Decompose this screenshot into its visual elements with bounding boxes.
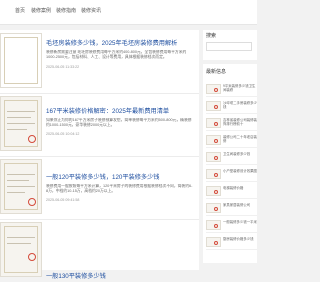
- article-excerpt: 如果你正为你的167平方米房子装修预算发愁，简单装修每平方米约500-800元，…: [46, 118, 192, 128]
- latest-news-title[interactable]: 9平米装修多少钱卫生间装修: [223, 84, 257, 93]
- certificate-line: [7, 237, 35, 238]
- article-title[interactable]: 一般120平装修多少钱，120平装修多少钱: [46, 174, 159, 182]
- certificate-frame: [4, 37, 38, 84]
- article-thumbnail[interactable]: [0, 33, 42, 88]
- certificate-line: [7, 192, 25, 193]
- latest-news-heading: 最新信息: [206, 69, 227, 75]
- latest-news-item[interactable]: 厨房装修价格多少钱: [206, 235, 257, 250]
- article-excerpt: 装修费用一般按照每平方米计算，120平米房子的装修费用根据装修档次不同，简装约6…: [46, 184, 193, 194]
- article-item[interactable]: 167平米装修价格解密：2025年最新费用清单 如果你正为你的167平方米房子装…: [0, 93, 199, 157]
- article-item[interactable]: 一般120平装修多少钱，120平装修多少钱 装修费用一般按照每平方米计算，120…: [0, 156, 199, 220]
- latest-news-title[interactable]: 吉林省装修公司装修装饰排行榜前十: [223, 118, 257, 127]
- top-navigation: 首页 装修案例 装修指南 装修资讯: [0, 0, 257, 25]
- latest-news-item[interactable]: 家具家居装修公司: [206, 201, 257, 216]
- latest-news-item[interactable]: 9平米装修多少钱卫生间装修: [206, 82, 257, 97]
- certificate-line: [7, 129, 27, 130]
- certificate-seal-icon: [214, 207, 218, 211]
- certificate-line: [7, 180, 29, 181]
- latest-news-thumbnail[interactable]: [206, 220, 221, 230]
- article-item[interactable]: 毛坯房装修多少钱，2025年毛坯房装修费用解析 装修新房需要注意 毛坯房装修费用…: [0, 30, 199, 94]
- certificate-seal-icon: [214, 190, 218, 194]
- certificate-line: [7, 186, 35, 187]
- certificate-line: [7, 174, 35, 175]
- certificate-seal-icon: [28, 135, 36, 143]
- search-widget: 搜索: [203, 30, 257, 60]
- article-list: 毛坯房装修多少钱，2025年毛坯房装修费用解析 装修新房需要注意 毛坯房装修费用…: [0, 30, 199, 280]
- certificate-seal-icon: [214, 88, 218, 92]
- nav-item-news[interactable]: 装修资讯: [81, 8, 101, 15]
- certificate-seal-icon: [28, 253, 36, 261]
- search-input[interactable]: [206, 42, 252, 51]
- certificate-seal-icon: [214, 105, 218, 109]
- article-item[interactable]: 一般130平装修多少钱: [0, 219, 199, 282]
- article-title[interactable]: 167平米装修价格解密：2025年最新费用清单: [46, 108, 169, 116]
- certificate-line: [7, 117, 31, 118]
- latest-news-title[interactable]: 家具家居装修公司: [223, 203, 257, 212]
- latest-news-thumbnail[interactable]: [206, 84, 221, 94]
- article-title[interactable]: 一般130平装修多少钱: [46, 273, 106, 281]
- article-thumbnail[interactable]: [0, 96, 42, 151]
- search-heading: 搜索: [206, 33, 217, 39]
- latest-news-item[interactable]: 吉林省装修公司装修装饰排行榜前十: [206, 116, 257, 131]
- article-excerpt: 装修新房需要注意 毛坯房装修费用每平方米约400-800元，全包装修费用每平方米…: [46, 50, 187, 60]
- latest-news-item[interactable]: 一般装修多少钱一平米: [206, 218, 257, 233]
- certificate-seal-icon: [28, 198, 36, 206]
- article-thumbnail[interactable]: [0, 159, 42, 214]
- latest-news-title[interactable]: 电梯装修价格: [223, 186, 257, 195]
- certificate-line: [7, 123, 35, 124]
- latest-news-title[interactable]: 沙坪坝二手房装修多少钱: [223, 101, 257, 110]
- certificate-seal-icon: [214, 156, 218, 160]
- latest-news-thumbnail[interactable]: [206, 118, 221, 128]
- certificate-frame: [4, 226, 38, 273]
- certificate-seal-icon: [214, 173, 218, 177]
- latest-news-thumbnail[interactable]: [206, 169, 221, 179]
- latest-news-thumbnail[interactable]: [206, 101, 221, 111]
- latest-news-item[interactable]: 沙坪坝二手房装修多少钱: [206, 99, 257, 114]
- certificate-seal-icon: [214, 224, 218, 228]
- certificate-seal-icon: [214, 139, 218, 143]
- latest-news-item[interactable]: 电梯装修价格: [206, 184, 257, 199]
- latest-news-title[interactable]: 装修公司二十年老店装修: [223, 135, 257, 144]
- nav-item-cases[interactable]: 装修案例: [31, 8, 51, 15]
- nav-item-home[interactable]: 首页: [15, 8, 25, 15]
- certificate-line: [7, 111, 35, 112]
- latest-news-item[interactable]: 小户型装修设计效果图: [206, 167, 257, 182]
- nav-item-guide[interactable]: 装修指南: [56, 8, 76, 15]
- latest-news-widget: 最新信息 9平米装修多少钱卫生间装修 沙坪坝二手房装修多少钱 吉林省装修公司装修装饰…: [203, 64, 257, 263]
- latest-news-thumbnail[interactable]: [206, 152, 221, 162]
- latest-news-thumbnail[interactable]: [206, 186, 221, 196]
- latest-news-item[interactable]: 装修公司二十年老店装修: [206, 133, 257, 148]
- certificate-line: [7, 243, 31, 244]
- latest-news-title[interactable]: 厨房装修价格多少钱: [223, 237, 257, 246]
- latest-news-title[interactable]: 一般装修多少钱一平米: [223, 220, 257, 229]
- latest-news-title[interactable]: 小户型装修设计效果图: [223, 169, 257, 178]
- latest-news-title[interactable]: 卫生间装修多少钱: [223, 152, 257, 161]
- latest-news-thumbnail[interactable]: [206, 135, 221, 145]
- article-title[interactable]: 毛坯房装修多少钱，2025年毛坯房装修费用解析: [46, 40, 177, 48]
- latest-news-thumbnail[interactable]: [206, 203, 221, 213]
- article-thumbnail[interactable]: [0, 222, 42, 277]
- latest-news-thumbnail[interactable]: [206, 237, 221, 247]
- certificate-seal-icon: [214, 122, 218, 126]
- article-date: 2025-06-05 11:33:22: [46, 65, 80, 69]
- article-date: 2025-06-05 10:04:12: [46, 132, 80, 136]
- article-date: 2025-06-05 09:41:58: [46, 198, 80, 202]
- certificate-seal-icon: [214, 241, 218, 245]
- latest-news-item[interactable]: 卫生间装修多少钱: [206, 150, 257, 165]
